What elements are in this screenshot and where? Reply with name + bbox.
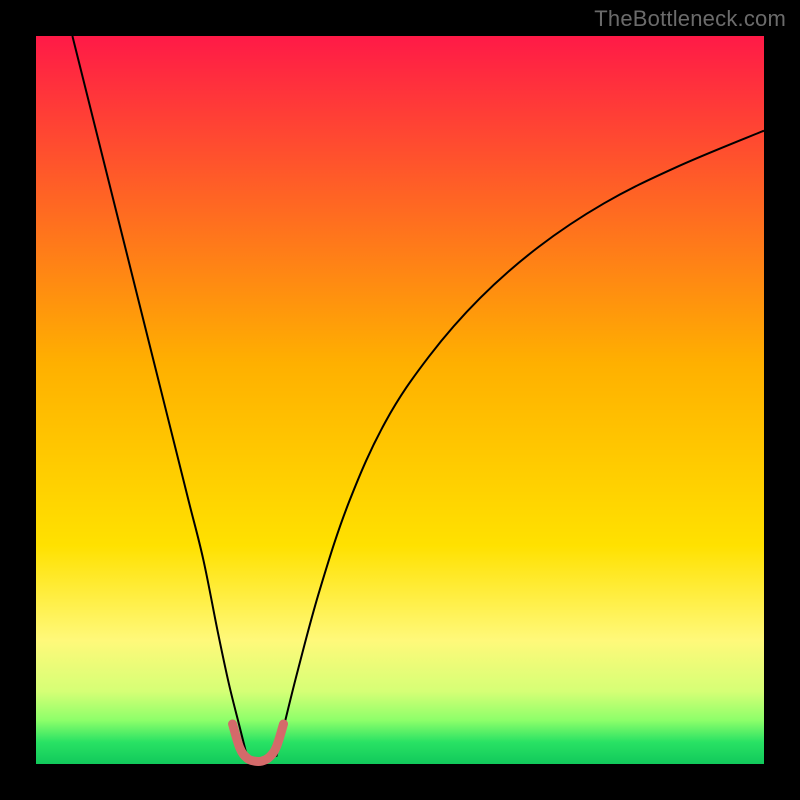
- chart-stage: TheBottleneck.com: [0, 0, 800, 800]
- gradient-background: [36, 36, 764, 764]
- bottleneck-chart: [0, 0, 800, 800]
- watermark-label: TheBottleneck.com: [594, 6, 786, 32]
